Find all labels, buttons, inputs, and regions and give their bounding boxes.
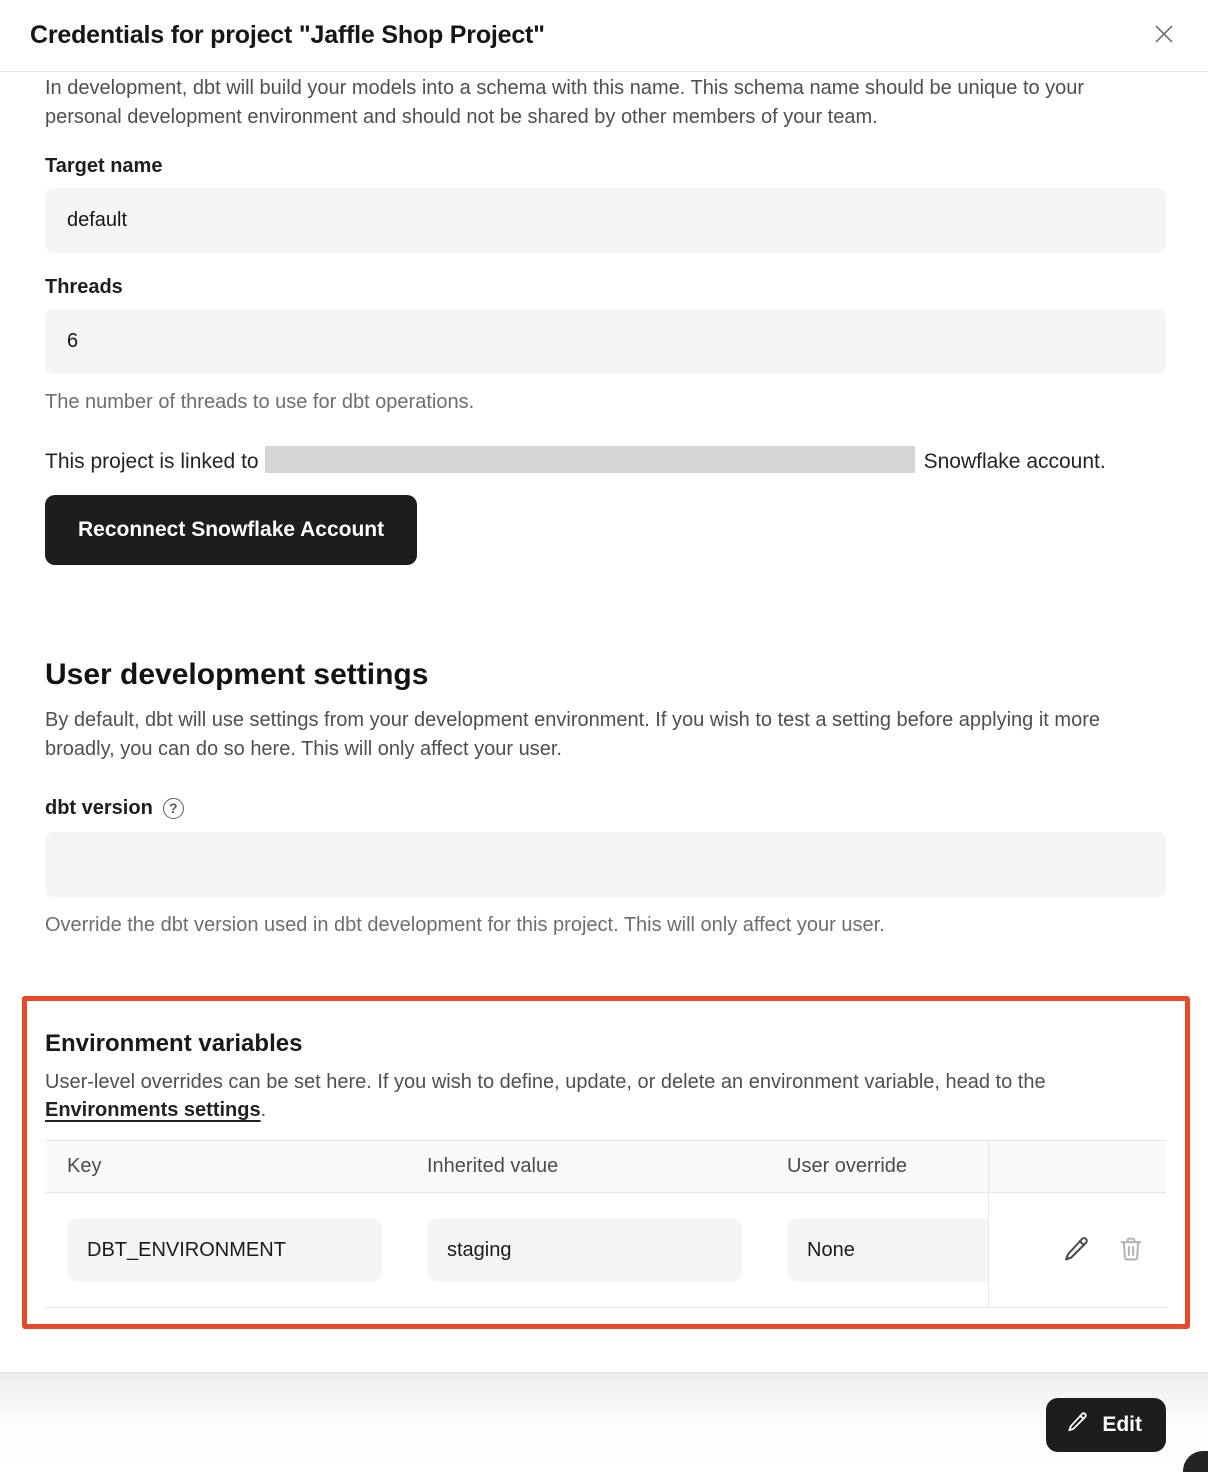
close-button[interactable] [1146, 18, 1182, 54]
target-name-input[interactable] [45, 188, 1166, 253]
environment-variables-heading: Environment variables [45, 1029, 1166, 1058]
trash-icon [1116, 1234, 1146, 1267]
environments-settings-link[interactable]: Environments settings [45, 1099, 261, 1121]
column-header-inherited-value: Inherited value [405, 1155, 765, 1178]
column-header-user-override: User override [765, 1155, 988, 1178]
dbt-version-label: dbt version [45, 796, 153, 820]
credentials-modal: Credentials for project "Jaffle Shop Pro… [0, 0, 1208, 1472]
pencil-icon [1062, 1234, 1092, 1267]
column-header-key: Key [45, 1155, 405, 1178]
user-dev-settings-heading: User development settings [45, 657, 1166, 692]
edit-pencil-icon [1066, 1410, 1090, 1440]
environment-variables-highlight-box: Environment variables User-level overrid… [22, 996, 1190, 1329]
close-icon [1151, 21, 1177, 50]
user-dev-settings-description: By default, dbt will use settings from y… [45, 706, 1166, 764]
row-actions-cell [988, 1193, 1166, 1307]
target-name-label: Target name [45, 154, 1166, 178]
delete-variable-button[interactable] [1116, 1234, 1146, 1267]
threads-input[interactable] [45, 309, 1166, 374]
reconnect-snowflake-button[interactable]: Reconnect Snowflake Account [45, 495, 417, 565]
help-icon[interactable]: ? [163, 798, 184, 819]
redacted-account-name [265, 446, 915, 473]
modal-header: Credentials for project "Jaffle Shop Pro… [0, 0, 1208, 72]
environment-variables-description: User-level overrides can be set here. If… [45, 1068, 1155, 1124]
edit-button-label: Edit [1102, 1413, 1142, 1437]
environment-variables-table: Key Inherited value User override DBT_EN… [45, 1140, 1166, 1308]
edit-variable-button[interactable] [1062, 1234, 1092, 1267]
env-var-inherited-value: staging [427, 1218, 742, 1282]
dbt-version-helper: Override the dbt version used in dbt dev… [45, 911, 1166, 940]
linked-account-text: This project is linked toSnowflake accou… [45, 445, 1166, 479]
threads-helper: The number of threads to use for dbt ope… [45, 388, 1166, 417]
modal-footer: Edit [0, 1372, 1208, 1472]
modal-body: In development, dbt will build your mode… [0, 72, 1208, 1329]
edit-button[interactable]: Edit [1046, 1398, 1166, 1452]
modal-title: Credentials for project "Jaffle Shop Pro… [30, 21, 545, 50]
env-var-key-value: DBT_ENVIRONMENT [67, 1218, 382, 1282]
schema-description: In development, dbt will build your mode… [45, 74, 1166, 132]
column-header-actions [988, 1141, 1166, 1192]
table-row: DBT_ENVIRONMENT staging None [45, 1193, 1166, 1308]
threads-label: Threads [45, 275, 1166, 299]
env-var-user-override-value: None [787, 1218, 988, 1282]
dbt-version-input[interactable] [45, 832, 1166, 897]
table-header-row: Key Inherited value User override [45, 1140, 1166, 1193]
